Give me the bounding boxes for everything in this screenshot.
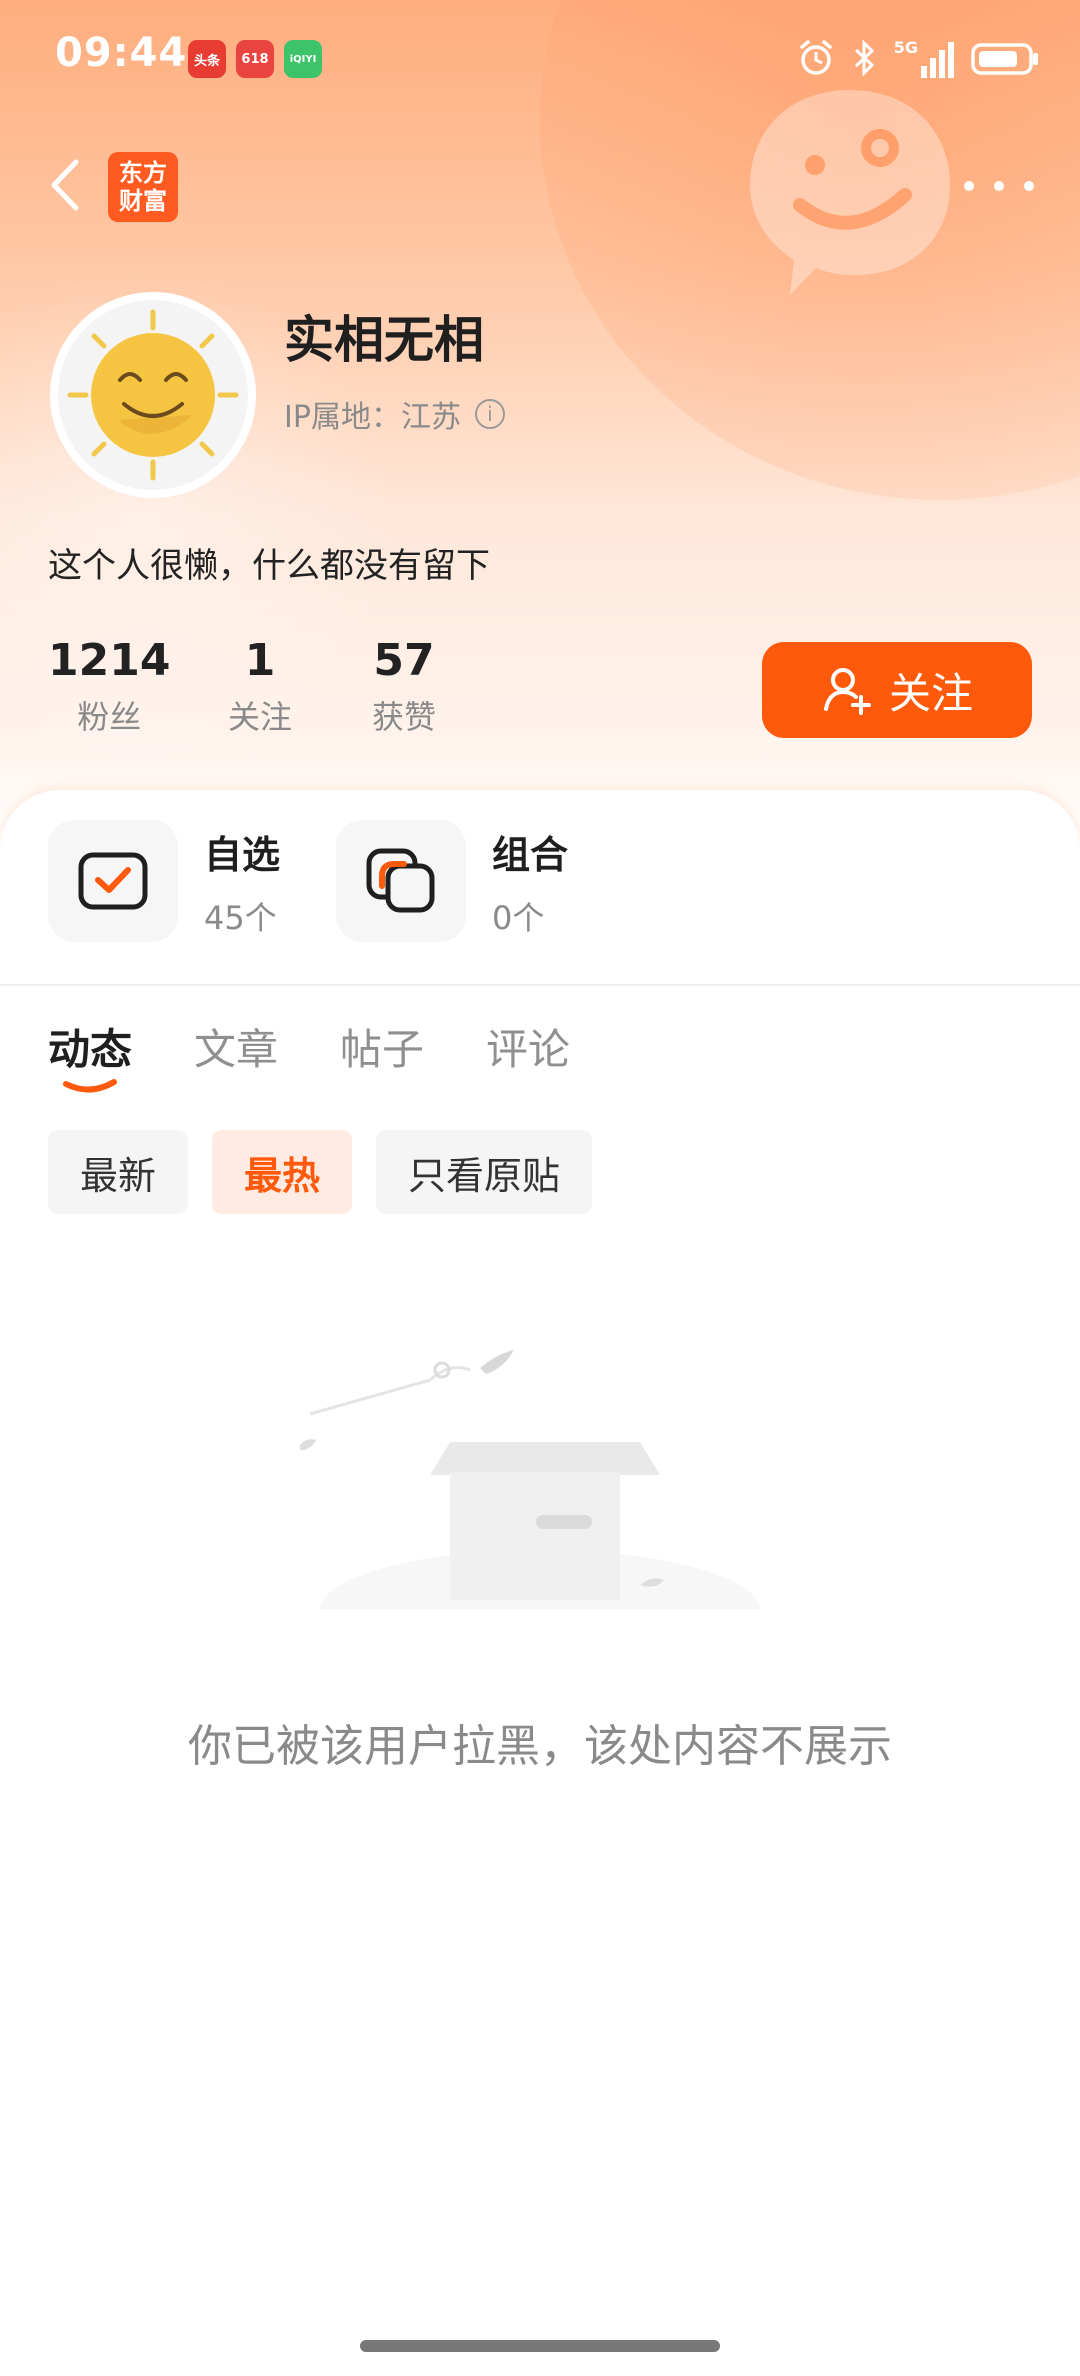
back-arrow-icon[interactable] [40,150,96,220]
network-indicator: 5G [894,38,954,78]
ip-location-text: IP属地：江苏 [284,400,461,435]
status-icons: 5G [796,34,1040,82]
status-bar: 09:44 头条 618 iQIYI 5G [0,0,1080,120]
bluetooth-icon [854,39,874,77]
content-tabs: 动态 文章 帖子 评论 [48,1016,570,1093]
portfolio-title: 组合 [492,832,569,877]
following-count: 1 [244,635,276,686]
iqiyi-app-icon: iQIYI [284,40,322,78]
watchlist-count: 45个 [204,898,277,937]
followers-stat[interactable]: 1214 粉丝 [48,636,170,738]
empty-state-message: 你已被该用户拉黑，该处内容不展示 [188,1721,892,1772]
filter-latest[interactable]: 最新 [48,1130,189,1214]
battery-icon [971,43,1038,75]
tab-activity[interactable]: 动态 [48,1016,132,1093]
followers-label: 粉丝 [77,698,142,736]
watchlist-title: 自选 [204,832,281,877]
following-label: 关注 [228,698,293,736]
tab-comments[interactable]: 评论 [486,1016,570,1077]
likes-stat[interactable]: 57 获赞 [372,636,436,738]
follow-label: 关注 [888,668,973,718]
content-panel: 自选 45个 组合 0个 动态 文章 帖子 评论 最新 最热 只看原贴 你已被该… [0,790,1080,2376]
portfolio-icon [336,820,466,942]
followers-count: 1214 [48,635,171,686]
more-options-icon[interactable] [964,168,1034,204]
filter-original-only[interactable]: 只看原贴 [376,1130,593,1214]
divider [0,984,1080,986]
alarm-icon [799,40,832,75]
username: 实相无相 [284,311,484,369]
follow-button[interactable]: 关注 [762,642,1032,738]
618-app-icon: 618 [236,40,274,78]
likes-label: 获赞 [372,698,437,736]
portfolio-shortcut[interactable]: 组合 0个 [336,820,568,942]
empty-box-illustration [300,1350,780,1630]
filter-chips: 最新 最热 只看原贴 [48,1130,593,1214]
app-logo[interactable]: 东方 财富 [108,152,178,222]
sun-smile-avatar-icon [67,309,239,481]
watchlist-shortcut[interactable]: 自选 45个 [48,820,280,942]
tab-articles[interactable]: 文章 [194,1016,278,1077]
home-indicator[interactable] [360,2340,720,2352]
info-icon[interactable]: i [474,399,505,429]
portfolio-count: 0个 [492,898,545,937]
following-stat[interactable]: 1 关注 [228,636,292,738]
toutiao-app-icon: 头条 [188,40,226,78]
filter-hottest[interactable]: 最热 [212,1130,353,1214]
add-user-icon [823,668,871,715]
watchlist-icon [48,820,178,942]
status-time: 09:44 [55,30,188,76]
active-tab-indicator [63,1079,117,1093]
tab-posts[interactable]: 帖子 [340,1016,424,1077]
avatar[interactable] [50,292,256,498]
user-bio: 这个人很懒，什么都没有留下 [48,546,490,586]
likes-count: 57 [373,635,435,686]
ip-location: IP属地：江苏 i [284,392,505,436]
